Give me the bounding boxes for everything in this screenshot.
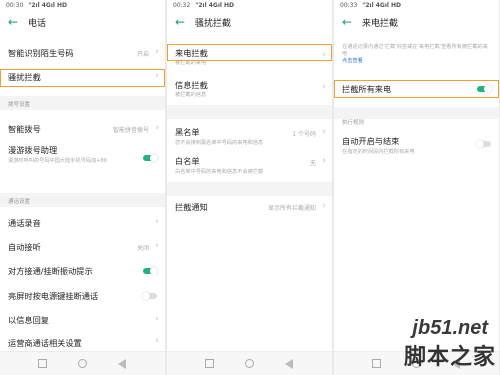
watermark-cn: 脚本之家	[403, 344, 496, 369]
chevron-right-icon: ›	[155, 217, 159, 227]
chevron-right-icon: ›	[155, 314, 159, 324]
back-nav-icon[interactable]	[285, 359, 293, 369]
recents-icon[interactable]	[38, 359, 47, 368]
signal-icons: "2ıl 4Gıl HD	[28, 2, 68, 9]
row-power-end-call[interactable]: 亮屏时按电源键挂断通话	[0, 287, 165, 305]
back-arrow-icon[interactable]: ←	[173, 15, 187, 29]
status-time: 00:30	[6, 2, 24, 9]
home-icon[interactable]	[245, 359, 254, 368]
recents-icon[interactable]	[372, 359, 381, 368]
title-bar: ← 骚扰拦截	[167, 12, 332, 32]
row-label: 自动接听	[8, 242, 41, 252]
chevron-right-icon: ›	[155, 47, 159, 57]
chevron-right-icon: ›	[322, 156, 326, 166]
panel-phone-settings: 00:30 "2ıl 4Gıl HD ← 电话 智能识别陌生号码 开启 › 骚扰…	[0, 0, 165, 375]
highlight-box	[334, 80, 499, 98]
info-note: 在通话记录内通过'拦截'标签或在'来电拦截'查看所有被拦截的来电 点击查看	[342, 44, 492, 65]
section-call-settings: 通话设置	[8, 199, 31, 205]
section-rules: 执行规则	[342, 120, 365, 126]
back-arrow-icon[interactable]: ←	[6, 15, 20, 29]
watermark-url: jb51.net	[412, 317, 488, 339]
chevron-right-icon: ›	[155, 123, 159, 133]
row-block-notify[interactable]: 拦截通知 显示所有拦截通知 ›	[167, 198, 332, 216]
status-bar: 00:30 "2ıl 4Gıl HD	[6, 2, 67, 9]
row-smart-dial[interactable]: 智能拨号 智能拼音拨号 ›	[0, 120, 165, 138]
title-bar: ← 来电拦截	[334, 12, 499, 32]
chevron-right-icon: ›	[322, 201, 326, 211]
row-value: 1 个号码	[292, 131, 316, 138]
row-roaming-assistant[interactable]: 漫游拨号助理 漫游时呼叫的号码中国大陆手机号码加+86	[0, 143, 165, 169]
signal-icons: "2ıl 4Gıl HD	[195, 2, 235, 9]
row-value: 无	[309, 160, 316, 167]
chevron-right-icon: ›	[155, 241, 159, 251]
row-value: 显示所有拦截通知	[267, 205, 316, 212]
back-nav-icon[interactable]	[118, 359, 126, 369]
status-time: 00:32	[173, 2, 191, 9]
section-gap	[167, 105, 332, 119]
row-auto-schedule[interactable]: 自动开启与结束 在指定的时间段内拦截所有来电	[334, 133, 499, 157]
watermark-logo: jb51.net 脚本之家	[386, 317, 496, 369]
page-title: 来电拦截	[362, 19, 399, 29]
nav-bar	[167, 351, 332, 375]
status-bar: 00:33 "2ıl 4Gıl HD	[340, 2, 401, 9]
row-label: 自动开启与结束	[342, 136, 400, 146]
page-title: 骚扰拦截	[195, 19, 232, 29]
status-bar: 00:32 "2ıl 4Gıl HD	[173, 2, 234, 9]
row-label: 白名单	[175, 156, 200, 166]
chevron-right-icon: ›	[322, 82, 326, 92]
roaming-toggle[interactable]	[143, 154, 158, 162]
home-icon[interactable]	[78, 359, 87, 368]
recents-icon[interactable]	[205, 359, 214, 368]
row-sms-block[interactable]: 信息拦截 被拦截的信息 ›	[167, 77, 332, 101]
highlight-box	[0, 69, 165, 87]
row-call-recording[interactable]: 通话录音 ›	[0, 214, 165, 232]
row-vibrate-hint[interactable]: 对方接通/挂断振动提示	[0, 262, 165, 280]
title-bar: ← 电话	[0, 12, 165, 32]
row-sub: 您不会接到黑名单中号码的来电和信息	[175, 140, 264, 146]
auto-schedule-toggle[interactable]	[476, 140, 491, 148]
status-time: 00:33	[340, 2, 358, 9]
row-label: 智能拨号	[8, 124, 41, 134]
row-sms-reply[interactable]: 以信息回复 ›	[0, 311, 165, 329]
nav-bar	[0, 351, 165, 375]
row-label: 拦截通知	[175, 202, 208, 212]
row-auto-answer[interactable]: 自动接听 关闭 ›	[0, 238, 165, 256]
back-arrow-icon[interactable]: ←	[340, 15, 354, 29]
row-smart-identify[interactable]: 智能识别陌生号码 开启 ›	[0, 44, 165, 62]
row-label: 亮屏时按电源键挂断通话	[8, 291, 99, 301]
row-label: 智能识别陌生号码	[8, 48, 74, 58]
row-label: 黑名单	[175, 127, 200, 137]
row-blacklist[interactable]: 黑名单 您不会接到黑名单中号码的来电和信息 1 个号码 ›	[167, 124, 332, 148]
panel-harass-block: 00:32 "2ıl 4Gıl HD ← 骚扰拦截 来电拦截 被拦截的来电 › …	[167, 0, 332, 375]
row-sub: 白名单中号码的来电和信息不会被拦截	[175, 169, 264, 175]
row-sub: 漫游时呼叫的号码中国大陆手机号码加+86	[8, 158, 108, 164]
row-label: 漫游拨号助理	[8, 145, 58, 155]
row-value: 开启	[136, 51, 149, 58]
row-value: 关闭	[136, 245, 149, 252]
page-title: 电话	[28, 19, 47, 29]
row-label: 运营商通话相关设置	[8, 338, 82, 348]
chevron-right-icon: ›	[155, 336, 159, 346]
signal-icons: "2ıl 4Gıl HD	[362, 2, 402, 9]
view-link[interactable]: 点击查看	[342, 58, 363, 64]
row-carrier-settings[interactable]: 运营商通话相关设置 ›	[0, 335, 165, 349]
section-dial-settings: 拨号设置	[8, 102, 31, 108]
note-text: 在通话记录内通过'拦截'标签或在'来电拦截'查看所有被拦截的来电	[342, 44, 488, 57]
chevron-right-icon: ›	[322, 127, 326, 137]
row-value: 智能拼音拨号	[112, 127, 149, 134]
row-sub: 被拦截的信息	[175, 92, 207, 98]
row-label: 通话录音	[8, 218, 41, 228]
power-end-toggle[interactable]	[142, 292, 157, 300]
row-sub: 在指定的时间段内拦截所有来电	[342, 149, 415, 155]
section-gap	[167, 182, 332, 196]
highlight-box	[167, 44, 332, 61]
row-whitelist[interactable]: 白名单 白名单中号码的来电和信息不会被拦截 无 ›	[167, 153, 332, 177]
vibrate-toggle[interactable]	[143, 267, 158, 275]
row-label: 信息拦截	[175, 80, 208, 90]
row-label: 对方接通/挂断振动提示	[8, 266, 93, 276]
row-label: 以信息回复	[8, 315, 49, 325]
